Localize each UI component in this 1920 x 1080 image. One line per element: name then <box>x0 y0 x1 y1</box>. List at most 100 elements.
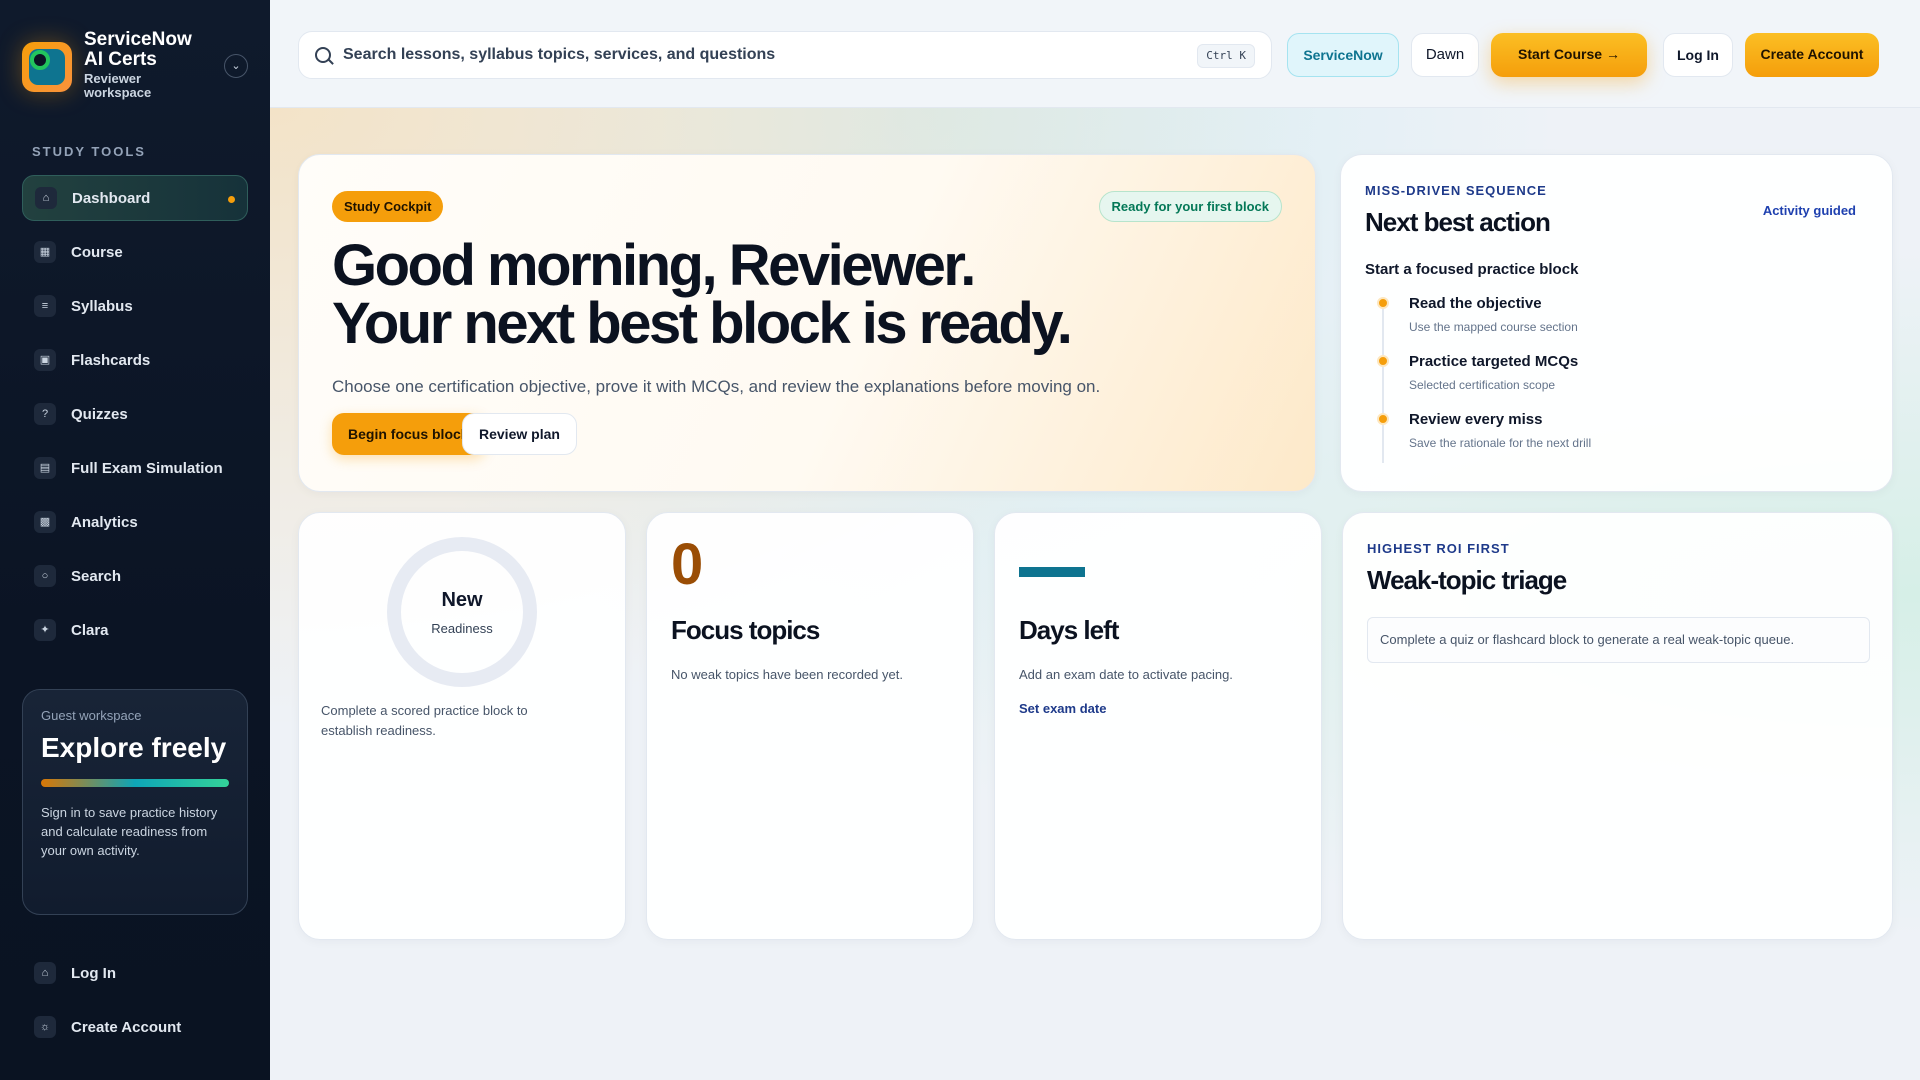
brand-name: ServiceNow AI Certs <box>84 29 192 70</box>
triage-title: Weak-topic triage <box>1367 565 1567 595</box>
readiness-card: New Readiness Complete a scored practice… <box>298 512 626 940</box>
start-course-label: Start Course <box>1518 46 1603 62</box>
sidebar-nav: ⌂ Dashboard ▦ Course ≡ Syllabus ▣ Flashc… <box>22 175 248 661</box>
days-left-title: Days left <box>1019 615 1119 645</box>
sidebar-item-label: Analytics <box>71 513 138 531</box>
guest-card-heading: Explore freely <box>41 732 227 763</box>
page-title: Good morning, Reviewer. Your next best b… <box>332 237 1232 353</box>
step-dot-icon <box>1377 297 1389 309</box>
review-plan-button[interactable]: Review plan <box>462 413 577 455</box>
sidebar-item-course[interactable]: ▦ Course <box>22 229 248 275</box>
sidebar-item-full-exam-simulation[interactable]: ▤ Full Exam Simulation <box>22 445 248 491</box>
guest-progress-bar <box>41 779 229 787</box>
days-left-desc: Add an exam date to activate pacing. <box>1019 667 1233 682</box>
home-icon: ⌂ <box>35 187 57 209</box>
sidebar-item-label: Dashboard <box>72 189 151 207</box>
search-icon: ○ <box>34 565 56 587</box>
step-list: Read the objective Use the mapped course… <box>1371 293 1851 467</box>
sidebar-item-label: Syllabus <box>71 297 133 315</box>
title-line-1: Good morning, Reviewer. <box>332 233 976 298</box>
readiness-ring: New Readiness <box>387 537 537 687</box>
step-subtitle: Save the rationale for the next drill <box>1409 436 1592 450</box>
brand[interactable]: ServiceNow AI Certs Reviewer workspace ⌄ <box>22 30 252 102</box>
days-left-card: Days left Add an exam date to activate p… <box>994 512 1322 940</box>
step-item: Review every miss Save the rationale for… <box>1371 409 1851 467</box>
bar-chart-icon: ▩ <box>34 511 56 533</box>
weak-topic-triage-card: HIGHEST ROI FIRST Weak-topic triage Comp… <box>1342 512 1893 940</box>
login-button[interactable]: Log In <box>1663 33 1733 77</box>
step-item: Read the objective Use the mapped course… <box>1371 293 1851 351</box>
cards-icon: ▣ <box>34 349 56 371</box>
create-account-button[interactable]: Create Account <box>1745 33 1879 77</box>
study-cockpit-badge: Study Cockpit <box>332 191 444 222</box>
sidebar-item-label: Course <box>71 243 123 261</box>
brand-subtitle: Reviewer workspace <box>84 71 152 100</box>
hero-subtitle: Choose one certification objective, prov… <box>332 377 1101 396</box>
sidebar: ServiceNow AI Certs Reviewer workspace ⌄… <box>0 0 270 1080</box>
guest-workspace-card: Guest workspace Explore freely Sign in t… <box>22 689 248 915</box>
active-indicator-dot <box>228 196 235 203</box>
question-icon: ? <box>34 403 56 425</box>
user-plus-icon: ☼ <box>34 1016 56 1038</box>
sidebar-item-search[interactable]: ○ Search <box>22 553 248 599</box>
focus-topics-card: 0 Focus topics No weak topics have been … <box>646 512 974 940</box>
sidebar-item-analytics[interactable]: ▩ Analytics <box>22 499 248 545</box>
title-line-2: Your next best block is ready. <box>332 291 1073 356</box>
step-title: Read the objective <box>1409 295 1542 312</box>
nba-tag: Activity guided <box>1762 203 1856 218</box>
nba-eyebrow: MISS-DRIVEN SEQUENCE <box>1365 183 1547 198</box>
sidebar-item-label: Log In <box>71 964 116 982</box>
sidebar-item-label: Create Account <box>71 1018 182 1036</box>
step-dot-icon <box>1377 413 1389 425</box>
readiness-label: Readiness <box>431 621 493 636</box>
step-subtitle: Selected certification scope <box>1409 378 1556 392</box>
focus-topics-count: 0 <box>671 532 704 597</box>
days-left-indicator <box>1019 567 1085 577</box>
main-content: Study Cockpit Ready for your first block… <box>270 108 1920 1080</box>
sidebar-item-label: Clara <box>71 621 109 639</box>
step-dot-icon <box>1377 355 1389 367</box>
sidebar-bottom-nav: ⌂ Log In ☼ Create Account <box>22 950 248 1058</box>
sidebar-item-dashboard[interactable]: ⌂ Dashboard <box>22 175 248 221</box>
document-icon: ▤ <box>34 457 56 479</box>
step-item: Practice targeted MCQs Selected certific… <box>1371 351 1851 409</box>
sidebar-item-syllabus[interactable]: ≡ Syllabus <box>22 283 248 329</box>
set-exam-date-link[interactable]: Set exam date <box>1019 701 1106 716</box>
login-icon: ⌂ <box>34 962 56 984</box>
search-icon <box>315 47 331 63</box>
step-title: Practice targeted MCQs <box>1409 353 1579 370</box>
step-subtitle: Use the mapped course section <box>1409 320 1578 334</box>
nba-lead: Start a focused practice block <box>1365 261 1579 278</box>
start-course-button[interactable]: Start Course → <box>1491 33 1647 77</box>
sidebar-item-login[interactable]: ⌂ Log In <box>22 950 248 996</box>
book-icon: ▦ <box>34 241 56 263</box>
sidebar-item-quizzes[interactable]: ? Quizzes <box>22 391 248 437</box>
platform-chip[interactable]: ServiceNow <box>1287 33 1399 77</box>
sidebar-item-flashcards[interactable]: ▣ Flashcards <box>22 337 248 383</box>
triage-eyebrow: HIGHEST ROI FIRST <box>1367 541 1510 556</box>
sidebar-item-clara[interactable]: ✦ Clara <box>22 607 248 653</box>
sidebar-item-label: Quizzes <box>71 405 128 423</box>
focus-topics-title: Focus topics <box>671 615 820 645</box>
readiness-note: Complete a scored practice block to esta… <box>321 703 528 738</box>
search-bar[interactable]: Ctrl K <box>298 31 1272 79</box>
sidebar-item-label: Search <box>71 567 122 585</box>
section-label-study-tools: STUDY TOOLS <box>32 144 146 159</box>
guest-card-title: Guest workspace <box>41 708 142 723</box>
guest-card-text: Sign in to save practice history and cal… <box>41 805 218 858</box>
hero-card: Study Cockpit Ready for your first block… <box>298 154 1316 492</box>
sidebar-item-create-account[interactable]: ☼ Create Account <box>22 1004 248 1050</box>
chevron-down-icon[interactable]: ⌄ <box>224 54 248 78</box>
list-icon: ≡ <box>34 295 56 317</box>
focus-topics-desc: No weak topics have been recorded yet. <box>671 667 903 682</box>
nba-title: Next best action <box>1365 207 1551 237</box>
brand-logo-icon <box>22 42 72 92</box>
sparkle-icon: ✦ <box>34 619 56 641</box>
sidebar-item-label: Full Exam Simulation <box>71 459 223 477</box>
readiness-value: New <box>441 589 483 611</box>
next-best-action-card: MISS-DRIVEN SEQUENCE Next best action Ac… <box>1340 154 1893 492</box>
step-title: Review every miss <box>1409 411 1543 428</box>
arrow-right-icon: → <box>1605 46 1620 62</box>
search-input[interactable] <box>343 32 1183 78</box>
theme-chip[interactable]: Dawn <box>1411 33 1479 77</box>
